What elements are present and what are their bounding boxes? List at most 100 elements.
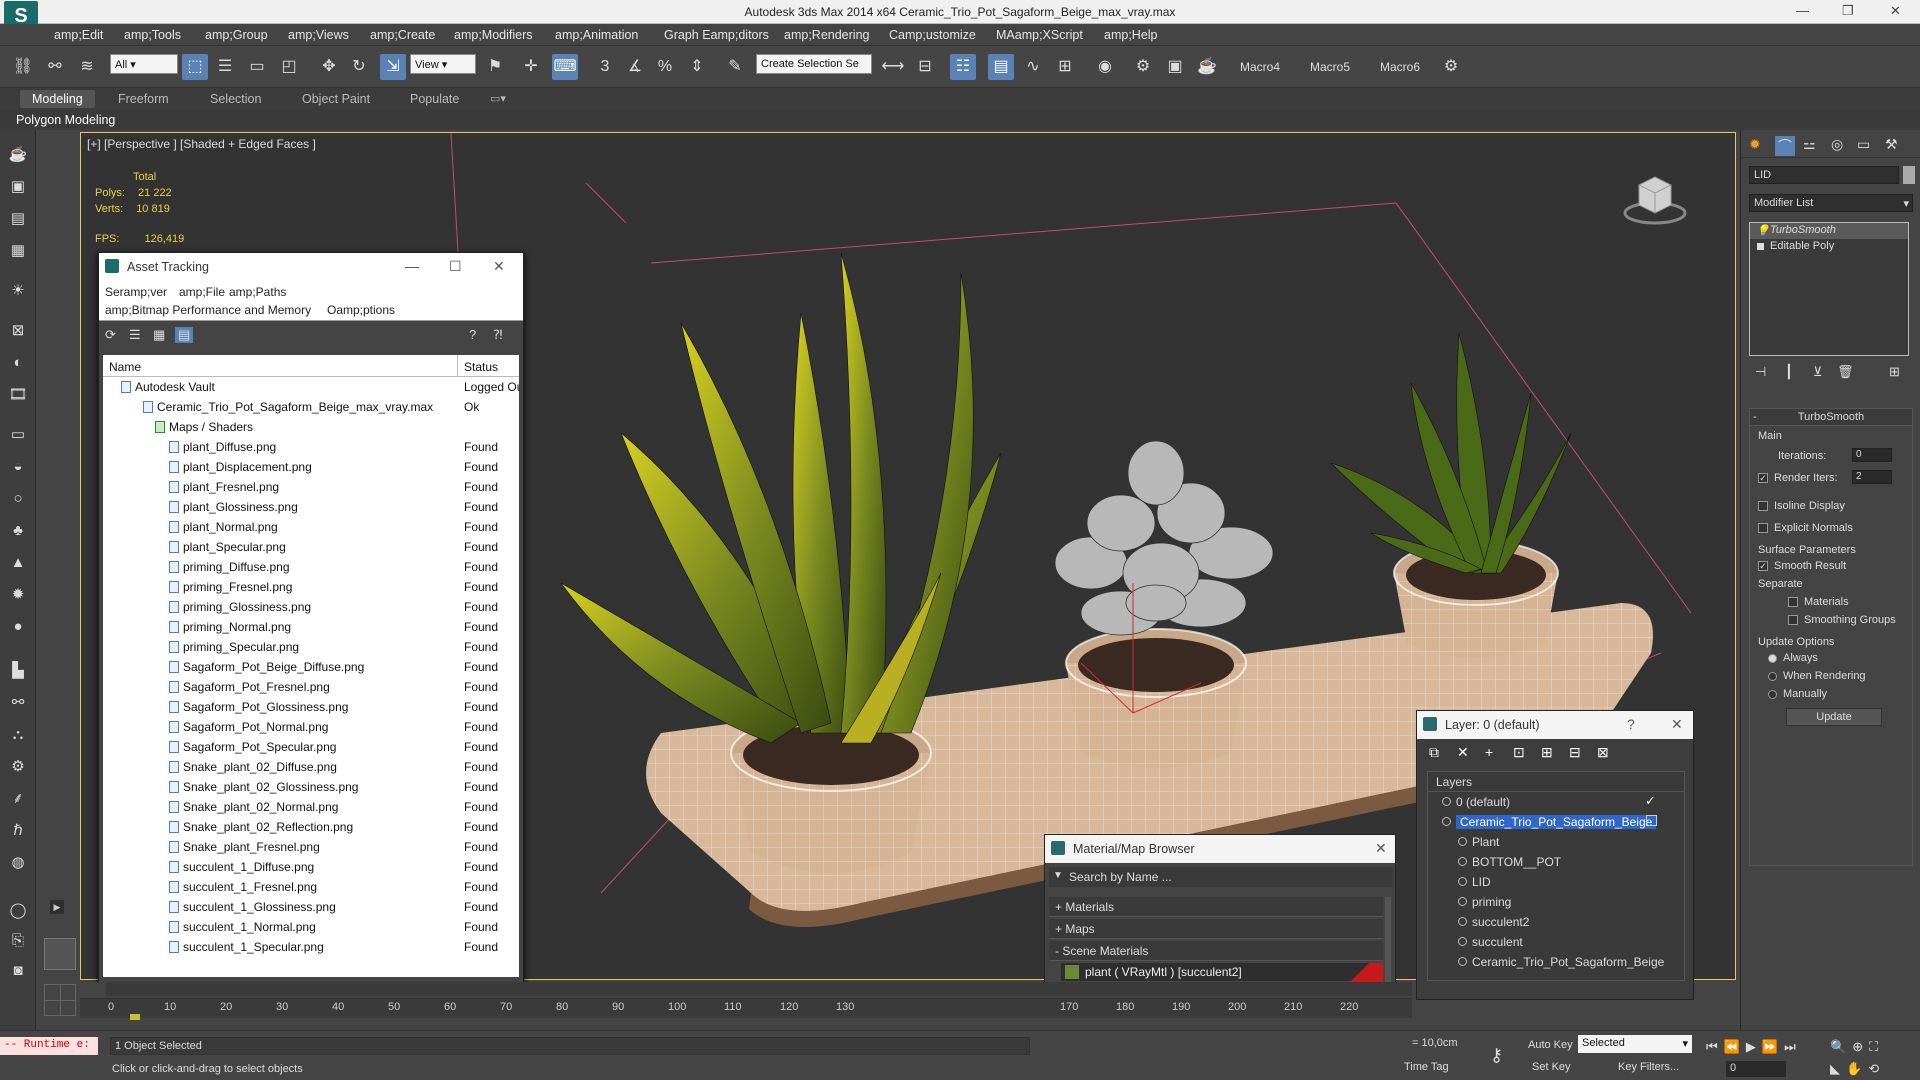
select-object-icon[interactable]: ⬚ bbox=[182, 54, 208, 80]
layer-dialog-titlebar[interactable]: Layer: 0 (default) ? ✕ bbox=[1417, 711, 1693, 739]
mirror-icon[interactable]: ⟷ bbox=[880, 54, 906, 80]
teapot-icon[interactable]: ☕ bbox=[6, 144, 30, 166]
dropdown-arrow-icon[interactable]: ▼ bbox=[1053, 870, 1063, 881]
list-view-icon[interactable]: ☰ bbox=[129, 327, 141, 343]
smooth-result-checkbox[interactable]: ✓ bbox=[1758, 561, 1768, 572]
stairs-icon[interactable]: ▙ bbox=[6, 660, 30, 682]
layer-object-row[interactable]: priming bbox=[1428, 892, 1684, 912]
list-icon[interactable]: ▤ bbox=[6, 208, 30, 230]
utilities-tab-icon[interactable]: ⚒ bbox=[1885, 136, 1898, 153]
fov-icon[interactable]: ◣ bbox=[1830, 1061, 1846, 1076]
link-chain-icon[interactable]: ⚯ bbox=[6, 692, 30, 714]
dome-icon[interactable]: ◒ bbox=[6, 456, 30, 478]
asset-row[interactable]: Sagaform_Pot_Normal.png Found bbox=[103, 717, 519, 737]
orbit-icon[interactable]: ⟲ bbox=[1868, 1061, 1885, 1076]
time-tag[interactable]: Time Tag bbox=[1404, 1061, 1449, 1073]
current-frame-field[interactable]: 0 bbox=[1726, 1061, 1786, 1077]
asset-tracking-titlebar[interactable]: Asset Tracking — ☐ ✕ bbox=[99, 253, 523, 281]
cone-icon[interactable]: ▲ bbox=[6, 552, 30, 574]
percent-snap-icon[interactable]: % bbox=[652, 54, 678, 80]
configure-sets-icon[interactable]: ⊞ bbox=[1889, 364, 1900, 380]
go-to-end-icon[interactable]: ⏭ bbox=[1784, 1039, 1802, 1054]
menu-modifiers[interactable]: amp;Modifiers bbox=[454, 28, 533, 42]
select-in-layer-icon[interactable]: ⊡ bbox=[1513, 744, 1525, 761]
menu-group[interactable]: amp;Group bbox=[205, 28, 268, 42]
pan-icon[interactable]: ✋ bbox=[1846, 1061, 1868, 1076]
zoom-extents-icon[interactable]: ⛶ bbox=[1869, 1039, 1884, 1054]
paste-icon[interactable]: ⎘ bbox=[6, 930, 30, 952]
link-icon[interactable]: ⛓ bbox=[10, 54, 36, 80]
asset-row[interactable]: priming_Normal.png Found bbox=[103, 617, 519, 637]
layer-object-row[interactable]: BOTTOM__POT bbox=[1428, 852, 1684, 872]
object-name-field[interactable]: LID bbox=[1749, 166, 1899, 184]
hair-icon[interactable]: ℏ bbox=[6, 820, 30, 842]
tab-populate[interactable]: Populate bbox=[410, 92, 459, 106]
asset-row[interactable]: Ceramic_Trio_Pot_Sagaform_Beige_max_vray… bbox=[103, 397, 519, 417]
zoom-icon[interactable]: 🔍 bbox=[1830, 1039, 1852, 1054]
macro5-button[interactable]: Macro5 bbox=[1310, 60, 1350, 74]
turbosmooth-rollout-header[interactable]: - TurboSmooth bbox=[1749, 408, 1913, 426]
globe-icon[interactable]: ◯ bbox=[6, 900, 30, 922]
asset-row[interactable]: plant_Specular.png Found bbox=[103, 537, 519, 557]
curve-editor-icon[interactable]: ∿ bbox=[1020, 54, 1046, 80]
ball-icon[interactable]: ● bbox=[6, 616, 30, 638]
asset-row[interactable]: succulent_1_Glossiness.png Found bbox=[103, 897, 519, 917]
menu-create[interactable]: amp;Create bbox=[370, 28, 435, 42]
pivot-icon[interactable]: ⚑ bbox=[482, 54, 508, 80]
asset-row[interactable]: succulent_1_Diffuse.png Found bbox=[103, 857, 519, 877]
shape-icon[interactable]: ⊠ bbox=[6, 320, 30, 342]
align-icon[interactable]: ⊟ bbox=[912, 54, 938, 80]
menu-tools[interactable]: amp;Tools bbox=[124, 28, 181, 42]
snap-toggle-icon[interactable]: 3 bbox=[592, 54, 618, 80]
help-what-icon[interactable]: ⁈ bbox=[493, 327, 503, 343]
asset-row[interactable]: succulent_1_Fresnel.png Found bbox=[103, 877, 519, 897]
menu-maxscript[interactable]: MAamp;XScript bbox=[996, 28, 1083, 42]
layer-object-row[interactable]: succulent2 bbox=[1428, 912, 1684, 932]
close-icon[interactable]: ✕ bbox=[1671, 716, 1683, 733]
asset-row[interactable]: plant_Normal.png Found bbox=[103, 517, 519, 537]
current-frame-marker[interactable] bbox=[130, 1014, 140, 1020]
asset-row[interactable]: Snake_plant_02_Normal.png Found bbox=[103, 797, 519, 817]
menu-file[interactable]: amp;File bbox=[179, 285, 225, 299]
asset-row[interactable]: plant_Displacement.png Found bbox=[103, 457, 519, 477]
object-color-swatch[interactable] bbox=[1903, 166, 1915, 184]
menu-graph-editors[interactable]: Graph Eamp;ditors bbox=[664, 28, 769, 42]
layer-object-row[interactable]: Plant bbox=[1428, 832, 1684, 852]
asset-row[interactable]: priming_Glossiness.png Found bbox=[103, 597, 519, 617]
select-manipulate-icon[interactable]: ✛ bbox=[518, 54, 544, 80]
circle-icon[interactable]: ○ bbox=[6, 488, 30, 510]
menu-paths[interactable]: amp;Paths bbox=[229, 285, 286, 299]
wood-icon[interactable]: ◍ bbox=[6, 852, 30, 874]
play-icon[interactable]: ▶ bbox=[1746, 1039, 1762, 1054]
light-icon[interactable]: ☀ bbox=[6, 280, 30, 302]
key-icon[interactable]: ⚷ bbox=[1490, 1045, 1503, 1066]
current-layer-box[interactable] bbox=[1646, 815, 1657, 826]
smoothing-groups-checkbox[interactable] bbox=[1788, 615, 1798, 626]
render-icon[interactable]: ☕ bbox=[1194, 54, 1220, 80]
new-layer-icon[interactable]: ⧉ bbox=[1429, 744, 1439, 761]
minimize-icon[interactable]: — bbox=[1796, 3, 1809, 18]
hierarchy-tab-icon[interactable]: ⚍ bbox=[1803, 136, 1816, 153]
menu-server[interactable]: Seramp;ver bbox=[105, 285, 167, 299]
track-bar[interactable]: 0 10 20 30 40 50 60 70 80 90 100 110 120 130 170 180 190… bbox=[80, 998, 1412, 1018]
grid-view-icon[interactable]: ▤ bbox=[175, 327, 194, 343]
material-item[interactable]: plant ( VRayMtl ) [succulent2] bbox=[1061, 963, 1383, 982]
gear-icon[interactable]: ⚙ bbox=[1438, 54, 1464, 80]
menu-edit[interactable]: amp;Edit bbox=[54, 28, 103, 42]
menu-customize[interactable]: Camp;ustomize bbox=[889, 28, 976, 42]
move-icon[interactable]: ✥ bbox=[316, 54, 342, 80]
viewport-layout-icon[interactable] bbox=[44, 938, 76, 970]
minimize-icon[interactable]: — bbox=[405, 258, 419, 274]
asset-row[interactable]: plant_Glossiness.png Found bbox=[103, 497, 519, 517]
sphere-icon[interactable]: ◐ bbox=[6, 352, 30, 374]
keyboard-shortcut-icon[interactable]: ⌨ bbox=[552, 54, 578, 80]
iterations-spinner[interactable]: 0 bbox=[1852, 448, 1892, 462]
material-search-input[interactable]: ▼ Search by Name ... bbox=[1049, 867, 1393, 887]
render-iters-spinner[interactable]: 2 bbox=[1852, 470, 1892, 484]
pin-stack-icon[interactable]: ⊣ bbox=[1755, 364, 1766, 380]
asset-row[interactable]: Sagaform_Pot_Glossiness.png Found bbox=[103, 697, 519, 717]
grass-icon[interactable]: ⸙ bbox=[6, 788, 30, 810]
material-editor-icon[interactable]: ◉ bbox=[1092, 54, 1118, 80]
tree-icon[interactable]: ♣ bbox=[6, 520, 30, 542]
bind-spacewarp-icon[interactable]: ≋ bbox=[74, 54, 100, 80]
